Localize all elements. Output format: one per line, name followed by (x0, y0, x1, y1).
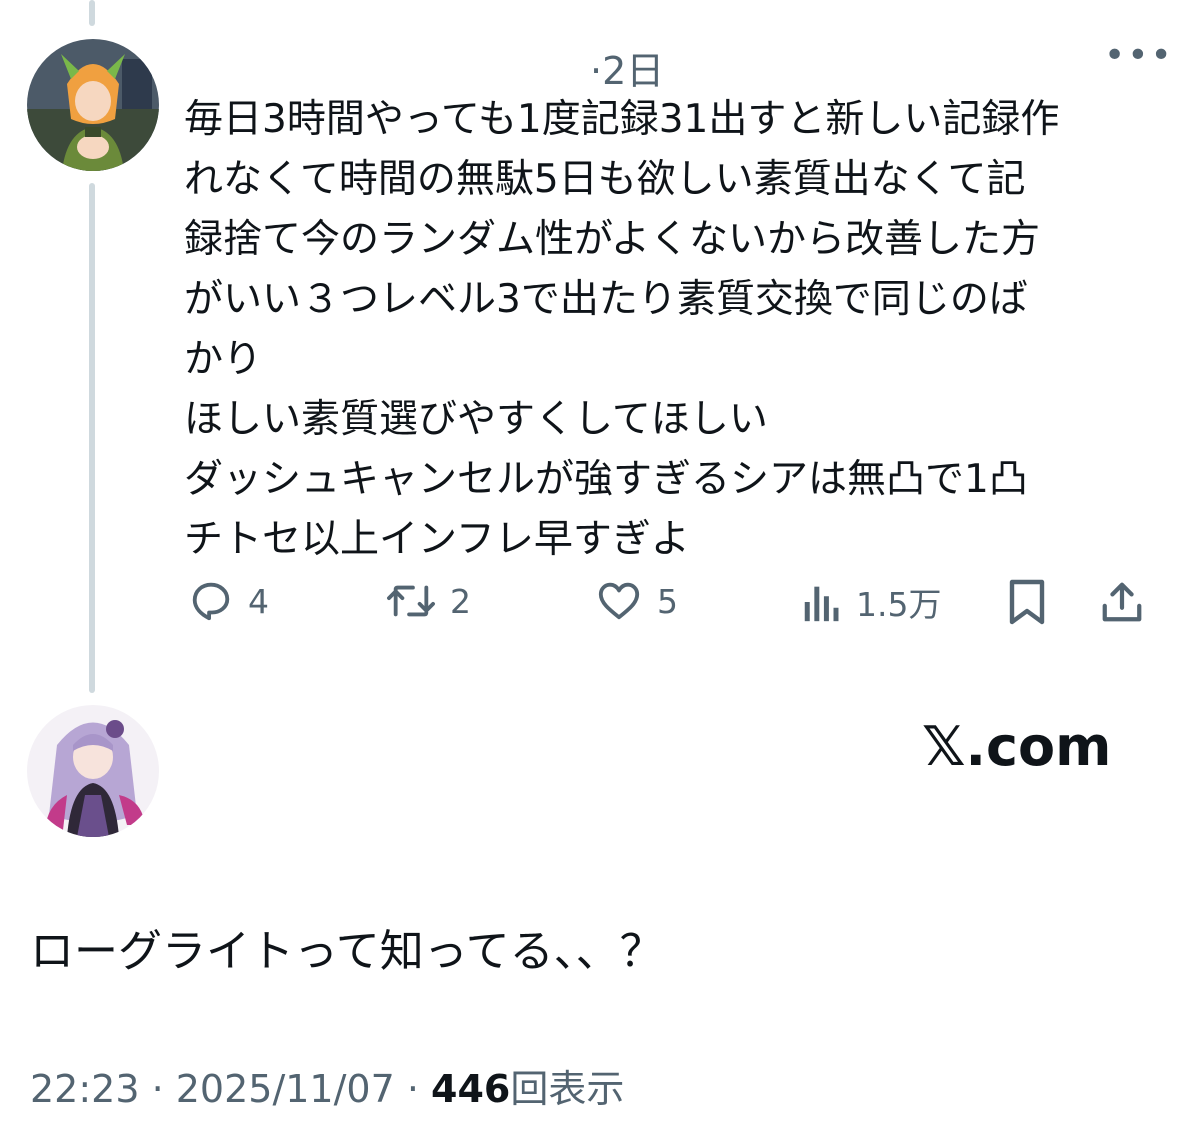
share-icon (1102, 582, 1142, 622)
tweet-text-line: ダッシュキャンセルが強すぎるシアは無凸で1凸 (184, 457, 1028, 502)
avatar[interactable] (27, 39, 159, 171)
tweet-text-line: れなくて時間の無駄5日も欲しい素質出なくて記 (184, 157, 1026, 202)
like-icon (598, 582, 640, 620)
like-button[interactable]: 5 (595, 578, 678, 624)
tweet-text-line: チトセ以上インフレ早すぎよ (184, 517, 690, 562)
retweet-count: 2 (450, 581, 471, 621)
bookmark-icon (1009, 579, 1045, 625)
tweet-text-line: がいい３つレベル3で出たり素質交換で同じのば (184, 277, 1028, 322)
views-count: 1.5万 (856, 585, 942, 624)
tweet-text-line: ほしい素質選びやすくしてほしい (184, 397, 768, 442)
reply-text: ローグライトって知ってる、、？ (30, 926, 664, 977)
x-watermark-logo: 𝕏.com (922, 715, 1112, 778)
tweet-text-line: かり (184, 337, 263, 382)
retweet-icon (387, 585, 435, 617)
views-icon (804, 586, 839, 622)
reply-count: 4 (248, 581, 269, 621)
views-button[interactable]: 1.5万 (802, 578, 941, 626)
bookmark-button[interactable] (1007, 578, 1047, 626)
tweet-time[interactable]: ·2日 (590, 40, 664, 95)
tweet-text-line: 録捨て今のランダム性がよくないから改善した方 (184, 217, 1041, 262)
reply-icon (192, 582, 230, 621)
views-number: 446 (431, 1067, 511, 1111)
thread-line-top (89, 0, 95, 26)
more-icon[interactable]: ••• (1104, 38, 1174, 74)
action-bar: 4 2 5 1.5万 (0, 578, 1179, 630)
tweet-text-line: 毎日3時間やっても1度記録31出すと新しい記録作 (184, 97, 1060, 142)
tweet-text: 毎日3時間やっても1度記録31出すと新しい記録作 れなくて時間の無駄5日も欲しい… (184, 90, 1154, 570)
retweet-button[interactable]: 2 (386, 578, 471, 624)
timestamp[interactable]: 22:23 · 2025/11/07 · (30, 1067, 431, 1111)
reply-button[interactable]: 4 (188, 578, 269, 624)
like-count: 5 (657, 581, 678, 621)
avatar-image (27, 705, 159, 837)
share-button[interactable] (1099, 578, 1145, 626)
views-label: 回表示 (510, 1067, 625, 1111)
post-metadata: 22:23 · 2025/11/07 · 446回表示 (30, 1058, 624, 1113)
avatar-image (27, 39, 159, 171)
reply-avatar[interactable] (27, 705, 159, 837)
